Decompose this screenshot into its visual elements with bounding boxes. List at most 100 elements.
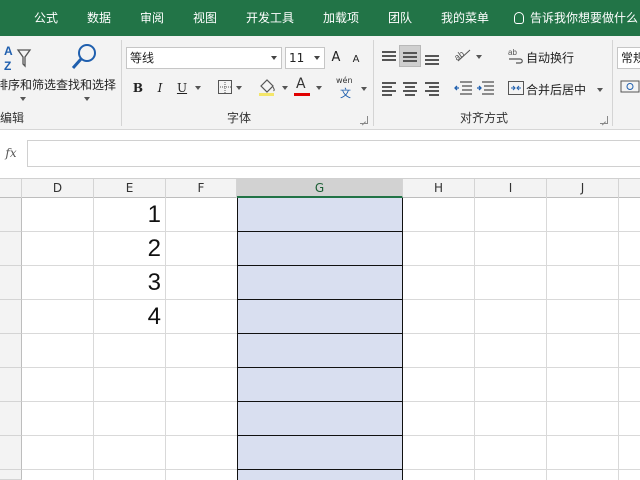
cell-border: [238, 333, 402, 334]
menu-developer[interactable]: 开发工具: [246, 0, 294, 36]
italic-button[interactable]: I: [152, 77, 168, 99]
cell-E-value[interactable]: 3: [91, 266, 161, 300]
sort-filter-button[interactable]: A Z 排序和筛选: [0, 38, 56, 108]
font-name-value: 等线: [130, 51, 155, 65]
ribbon: A Z 排序和筛选 查找和选择 编辑 等线 11 A A B I U A wén…: [0, 36, 640, 130]
menu-formulas[interactable]: 公式: [34, 0, 58, 36]
orientation-button[interactable]: ab: [452, 46, 484, 68]
increase-font-button[interactable]: A: [329, 47, 343, 69]
wrap-text-label: 自动换行: [526, 51, 575, 65]
merge-center-button[interactable]: 合并后居中: [506, 77, 606, 99]
font-color-bar: [294, 93, 310, 96]
menu-data[interactable]: 数据: [87, 0, 111, 36]
align-right-button[interactable]: [421, 77, 443, 99]
underline-button[interactable]: U: [174, 77, 190, 99]
group-label-alignment: 对齐方式: [460, 111, 509, 125]
cell-grid[interactable]: 1 2 3 4: [22, 198, 640, 480]
decrease-font-button[interactable]: A: [350, 49, 362, 71]
menu-view[interactable]: 视图: [193, 0, 217, 36]
column-header-I[interactable]: I: [475, 179, 547, 198]
chevron-down-icon: [314, 56, 320, 60]
phonetic-button[interactable]: wén 文: [336, 76, 358, 100]
chevron-down-icon: [476, 55, 482, 59]
row-header[interactable]: [0, 334, 22, 368]
select-all-corner[interactable]: [0, 179, 22, 198]
menu-team[interactable]: 团队: [388, 0, 412, 36]
align-left-button[interactable]: [378, 77, 400, 99]
tell-me-search[interactable]: 告诉我你想要做什么: [514, 0, 638, 36]
font-color-icon: A: [296, 76, 306, 92]
font-color-button[interactable]: A: [294, 76, 326, 98]
grid-line: [165, 198, 166, 480]
row-header[interactable]: [0, 368, 22, 402]
svg-text:ab: ab: [508, 48, 517, 57]
column-header-J[interactable]: J: [547, 179, 619, 198]
grow-font-icon: A: [331, 50, 341, 65]
align-top-icon: [382, 51, 396, 63]
alignment-dialog-launcher-icon[interactable]: [600, 116, 608, 124]
currency-icon: [620, 80, 640, 93]
shrink-font-icon: A: [352, 54, 360, 65]
column-header-D[interactable]: D: [22, 179, 94, 198]
row-header[interactable]: [0, 402, 22, 436]
align-center-icon: [403, 82, 417, 96]
row-header[interactable]: [0, 198, 22, 232]
lightbulb-icon: [514, 12, 524, 24]
align-middle-button[interactable]: [399, 45, 421, 67]
chevron-down-icon: [597, 88, 603, 92]
find-select-button[interactable]: 查找和选择: [54, 38, 118, 108]
number-format-combo[interactable]: 常规: [617, 47, 640, 69]
column-header-F[interactable]: F: [166, 179, 237, 198]
column-header-row: D E F G H I J: [0, 178, 640, 198]
row-header[interactable]: [0, 436, 22, 470]
align-center-button[interactable]: [399, 77, 421, 99]
align-bottom-button[interactable]: [421, 47, 443, 69]
formula-bar: fx: [0, 130, 640, 178]
paint-bucket-icon: [259, 79, 275, 96]
align-left-icon: [382, 82, 396, 96]
row-header[interactable]: [0, 470, 22, 480]
text-orientation-icon: ab: [452, 49, 471, 63]
menu-addins[interactable]: 加载项: [323, 0, 359, 36]
font-size-combo[interactable]: 11: [285, 47, 325, 69]
borders-button[interactable]: [216, 80, 244, 96]
column-header-H[interactable]: H: [403, 179, 475, 198]
decrease-indent-button[interactable]: [452, 77, 474, 99]
insert-function-button[interactable]: fx: [0, 142, 22, 164]
column-header-partial[interactable]: [619, 179, 640, 198]
number-format-value: 常规: [621, 51, 640, 65]
cell-border: [238, 265, 402, 266]
font-name-combo[interactable]: 等线: [126, 47, 282, 69]
menu-my-menu[interactable]: 我的菜单: [441, 0, 489, 36]
row-header[interactable]: [0, 232, 22, 266]
column-header-G[interactable]: G: [237, 179, 403, 198]
column-header-E[interactable]: E: [94, 179, 166, 198]
chevron-down-icon: [282, 86, 288, 90]
cell-E-value[interactable]: 2: [91, 232, 161, 266]
bold-button[interactable]: B: [130, 77, 146, 99]
chevron-down-icon: [84, 97, 90, 101]
formula-input[interactable]: [27, 140, 640, 167]
cell-E-value[interactable]: 4: [91, 300, 161, 334]
selected-column-g[interactable]: [237, 198, 403, 480]
chevron-down-icon: [236, 86, 242, 90]
row-header[interactable]: [0, 266, 22, 300]
svg-text:A: A: [4, 44, 13, 58]
align-top-button[interactable]: [378, 47, 400, 69]
fill-color-button[interactable]: [258, 78, 290, 98]
font-dialog-launcher-icon[interactable]: [360, 116, 368, 124]
currency-format-button[interactable]: [620, 79, 640, 97]
group-label-editing: 编辑: [0, 111, 25, 125]
chevron-down-icon: [20, 97, 26, 101]
cell-border: [238, 231, 402, 232]
menu-review[interactable]: 审阅: [140, 0, 164, 36]
outdent-icon: [454, 81, 472, 95]
indent-icon: [477, 81, 494, 95]
chevron-down-icon: [316, 86, 322, 90]
increase-indent-button[interactable]: [474, 77, 496, 99]
row-header[interactable]: [0, 300, 22, 334]
tell-me-text: 告诉我你想要做什么: [530, 11, 639, 25]
wrap-text-button[interactable]: ab 自动换行: [506, 46, 586, 68]
cell-E-value[interactable]: 1: [91, 198, 161, 232]
merge-cells-icon: [508, 81, 524, 95]
